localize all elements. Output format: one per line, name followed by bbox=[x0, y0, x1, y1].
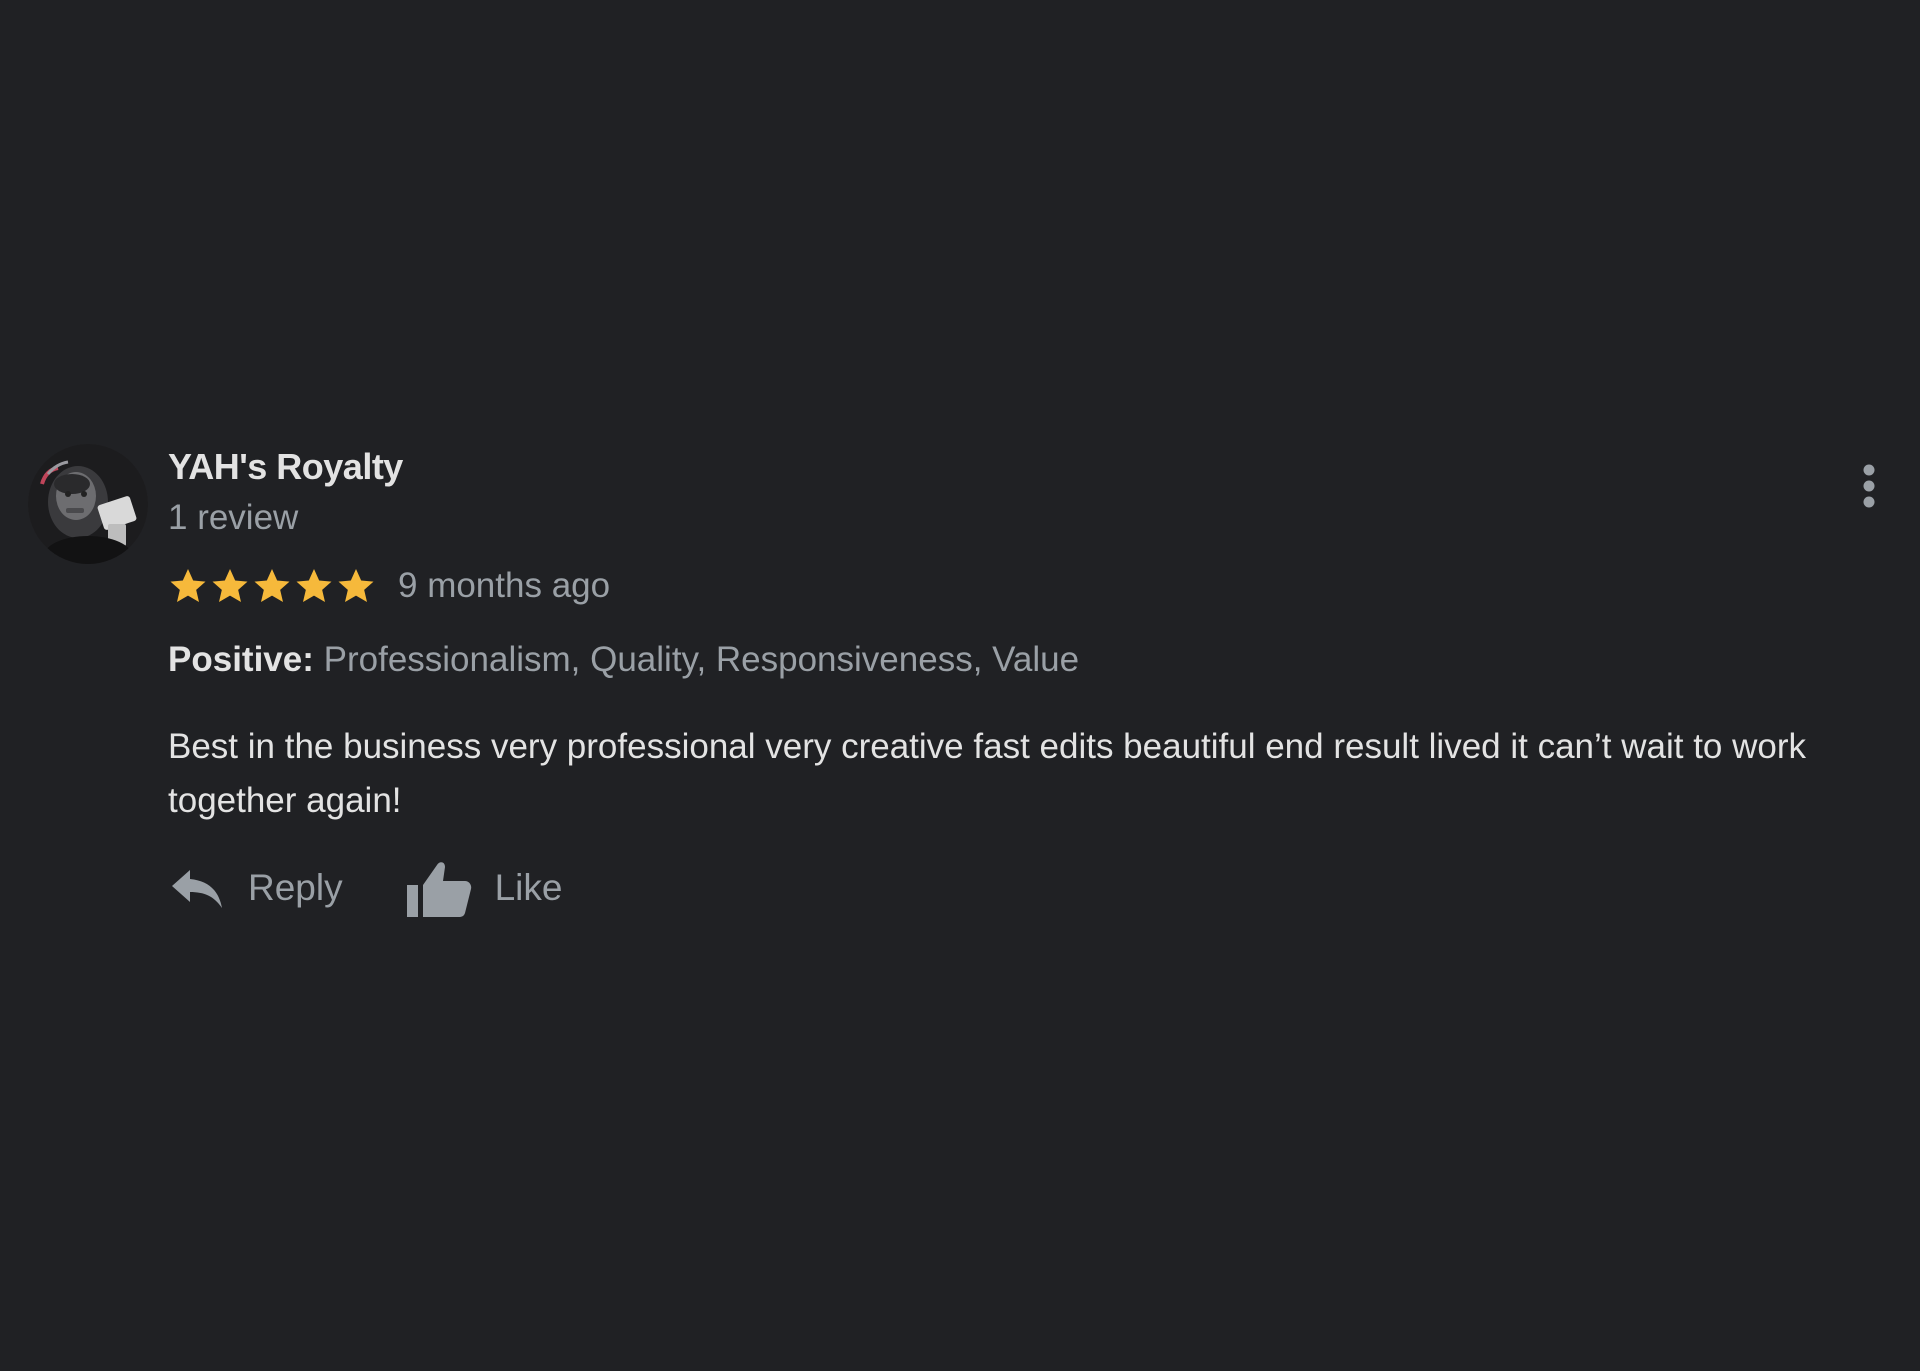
like-button[interactable]: Like bbox=[405, 857, 563, 919]
review-card: YAH's Royalty 1 review 9 months ago Posi… bbox=[0, 440, 1920, 960]
author-name[interactable]: YAH's Royalty bbox=[168, 446, 403, 488]
reply-label: Reply bbox=[248, 867, 343, 908]
star-icon bbox=[170, 569, 206, 602]
more-options-button[interactable] bbox=[1852, 460, 1886, 520]
avatar[interactable] bbox=[28, 444, 148, 564]
thumbs-up-icon bbox=[406, 862, 471, 917]
author-review-count[interactable]: 1 review bbox=[168, 498, 298, 538]
review-text: Best in the business very professional v… bbox=[168, 727, 1807, 820]
rating-row: 9 months ago bbox=[168, 564, 610, 608]
avatar-image bbox=[28, 444, 148, 564]
attributes-values: Professionalism, Quality, Responsiveness… bbox=[323, 640, 1080, 679]
reply-arrow-icon bbox=[172, 870, 222, 908]
reply-button[interactable]: Reply bbox=[168, 864, 343, 912]
star-icon bbox=[296, 569, 332, 602]
star-rating bbox=[168, 566, 378, 606]
review-date: 9 months ago bbox=[398, 566, 611, 605]
attributes-label: Positive: bbox=[168, 640, 314, 679]
more-vert-icon bbox=[1863, 464, 1875, 508]
star-icon bbox=[338, 569, 374, 602]
star-icon bbox=[254, 569, 290, 602]
review-actions: Reply Like bbox=[168, 852, 563, 924]
like-label: Like bbox=[494, 867, 563, 908]
review-attributes: Positive: Professionalism, Quality, Resp… bbox=[168, 640, 1079, 680]
star-icon bbox=[212, 569, 248, 602]
